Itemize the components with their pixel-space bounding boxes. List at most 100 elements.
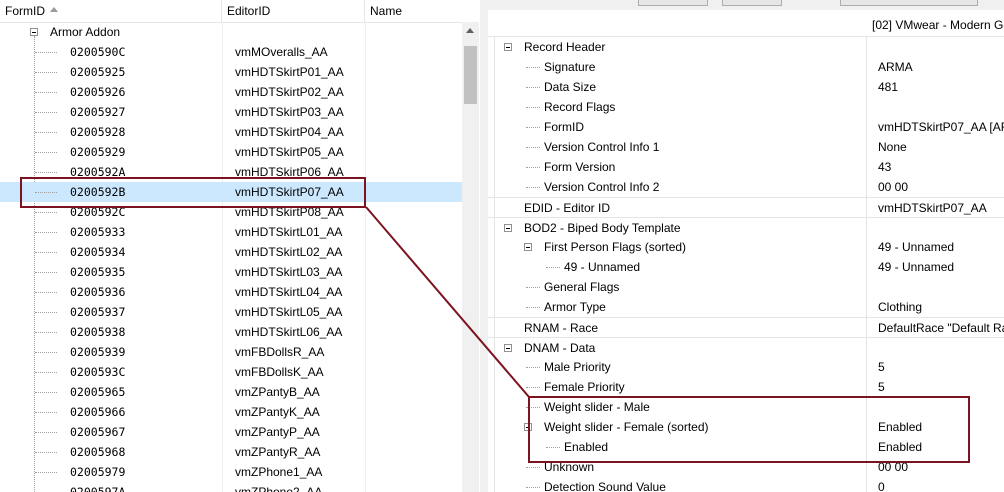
field-row[interactable]: Signature ARMA (488, 57, 1004, 77)
collapse-toggle-icon[interactable] (30, 28, 38, 36)
toolbar-button[interactable] (722, 0, 782, 6)
tree-branch-line (35, 472, 57, 473)
field-row[interactable]: Form Version 43 (488, 157, 1004, 177)
field-label: Version Control Info 2 (544, 180, 660, 194)
field-value[interactable]: vmHDTSkirtP07_AA (878, 198, 987, 218)
field-label: Record Flags (544, 100, 616, 114)
editorid-cell: vmHDTSkirtP03_AA (235, 105, 344, 119)
column-header-editorid[interactable]: EditorID (222, 0, 365, 22)
table-row[interactable]: 02005928 vmHDTSkirtP04_AA (0, 122, 462, 142)
field-row[interactable]: Armor Type Clothing (488, 297, 1004, 317)
formid-cell: 02005935 (70, 265, 126, 279)
formid-cell: 02005929 (70, 145, 126, 159)
plugin-column-header[interactable]: [02] VMwear - Modern Ge (872, 18, 1004, 32)
field-row[interactable]: Record Header (488, 37, 1004, 57)
table-row[interactable]: 02005933 vmHDTSkirtL01_AA (0, 222, 462, 242)
table-row[interactable]: 02005935 vmHDTSkirtL03_AA (0, 262, 462, 282)
scroll-up-icon[interactable] (466, 28, 474, 33)
field-label: 49 - Unnamed (564, 260, 641, 274)
table-row[interactable]: 02005979 vmZPhone1_AA (0, 462, 462, 482)
table-row[interactable]: 02005936 vmHDTSkirtL04_AA (0, 282, 462, 302)
tree-branch-line (35, 212, 57, 213)
column-formid-label: FormID (5, 4, 45, 18)
field-value[interactable]: 00 00 (878, 177, 908, 197)
field-row[interactable]: RNAM - Race DefaultRace "Default Ra (488, 317, 1004, 338)
scrollbar-thumb[interactable] (464, 46, 477, 104)
tree-branch-line (526, 187, 540, 188)
table-row[interactable]: 02005927 vmHDTSkirtP03_AA (0, 102, 462, 122)
field-row[interactable]: Version Control Info 2 00 00 (488, 177, 1004, 197)
table-row[interactable]: 02005965 vmZPantyB_AA (0, 382, 462, 402)
tree-group-armor-addon[interactable]: Armor Addon (0, 22, 462, 42)
record-list-scrollbar[interactable] (462, 22, 479, 492)
field-row[interactable]: General Flags (488, 277, 1004, 297)
toolbar-button[interactable] (840, 0, 978, 6)
field-row[interactable]: EDID - Editor ID vmHDTSkirtP07_AA (488, 197, 1004, 218)
collapse-toggle-icon[interactable] (524, 243, 532, 251)
formid-cell: 02005928 (70, 125, 126, 139)
toolbar-button[interactable] (638, 0, 708, 6)
table-row[interactable]: 0200590C vmMOveralls_AA (0, 42, 462, 62)
table-row[interactable]: 0200593C vmFBDollsK_AA (0, 362, 462, 382)
field-row[interactable]: 49 - Unnamed 49 - Unnamed (488, 257, 1004, 277)
collapse-toggle-icon[interactable] (504, 224, 512, 232)
field-row[interactable]: DNAM - Data (488, 337, 1004, 358)
table-row[interactable]: 02005967 vmZPantyP_AA (0, 422, 462, 442)
field-value[interactable]: 5 (878, 377, 885, 397)
column-header-formid[interactable]: FormID (0, 0, 222, 22)
field-row[interactable]: Detection Sound Value 0 (488, 477, 1004, 492)
field-value[interactable]: 481 (878, 77, 898, 97)
field-value[interactable]: 5 (878, 357, 885, 377)
table-row[interactable]: 02005939 vmFBDollsR_AA (0, 342, 462, 362)
column-name-label: Name (370, 4, 403, 18)
field-row[interactable]: Male Priority 5 (488, 357, 1004, 377)
tree-branch-line (526, 467, 540, 468)
editorid-cell: vmMOveralls_AA (235, 45, 328, 59)
highlight-box-record (20, 177, 366, 208)
formid-cell: 0200593C (70, 365, 126, 379)
field-value[interactable]: Clothing (878, 297, 922, 317)
table-row[interactable]: 02005968 vmZPantyR_AA (0, 442, 462, 462)
field-value[interactable]: None (878, 137, 907, 157)
field-label: BOD2 - Biped Body Template (524, 221, 681, 235)
tree-branch-line (526, 147, 540, 148)
collapse-toggle-icon[interactable] (504, 43, 512, 51)
table-row[interactable]: 02005937 vmHDTSkirtL05_AA (0, 302, 462, 322)
field-value[interactable]: 0 (878, 477, 885, 492)
column-header-name[interactable]: Name (365, 0, 462, 22)
highlight-box-weight-slider (528, 396, 970, 463)
field-value[interactable]: vmHDTSkirtP07_AA [ARI (878, 117, 1004, 137)
table-row[interactable]: 02005929 vmHDTSkirtP05_AA (0, 142, 462, 162)
editorid-cell: vmHDTSkirtL04_AA (235, 285, 343, 299)
editorid-cell: vmHDTSkirtL01_AA (235, 225, 343, 239)
tree-branch-line (35, 312, 57, 313)
field-row[interactable]: Data Size 481 (488, 77, 1004, 97)
tree-branch-line (35, 332, 57, 333)
field-value[interactable]: 43 (878, 157, 891, 177)
field-row[interactable]: Female Priority 5 (488, 377, 1004, 397)
field-value[interactable]: DefaultRace "Default Ra (878, 318, 1004, 338)
field-row[interactable]: FormID vmHDTSkirtP07_AA [ARI (488, 117, 1004, 137)
field-row[interactable]: BOD2 - Biped Body Template (488, 217, 1004, 238)
field-label: Female Priority (544, 380, 625, 394)
table-row[interactable]: 02005925 vmHDTSkirtP01_AA (0, 62, 462, 82)
table-row[interactable]: 02005934 vmHDTSkirtL02_AA (0, 242, 462, 262)
field-row[interactable]: Record Flags (488, 97, 1004, 117)
table-row[interactable]: 02005966 vmZPantyK_AA (0, 402, 462, 422)
field-label: EDID - Editor ID (524, 201, 611, 215)
table-row[interactable]: 0200597A vmZPhone2_AA (0, 482, 462, 492)
collapse-toggle-icon[interactable] (504, 344, 512, 352)
pane-splitter[interactable] (480, 0, 488, 492)
field-value[interactable]: ARMA (878, 57, 913, 77)
formid-cell: 02005926 (70, 85, 126, 99)
editorid-cell: vmHDTSkirtP04_AA (235, 125, 344, 139)
table-row[interactable]: 02005926 vmHDTSkirtP02_AA (0, 82, 462, 102)
field-row[interactable]: First Person Flags (sorted) 49 - Unnamed (488, 237, 1004, 257)
field-value[interactable]: 49 - Unnamed (878, 237, 954, 257)
field-label: Form Version (544, 160, 616, 174)
record-tree-pane[interactable]: FormID EditorID Name Armor Addon 0200590… (0, 0, 480, 492)
table-row[interactable]: 02005938 vmHDTSkirtL06_AA (0, 322, 462, 342)
field-value[interactable]: 49 - Unnamed (878, 257, 954, 277)
field-row[interactable]: Version Control Info 1 None (488, 137, 1004, 157)
tree-branch-line (526, 487, 540, 488)
